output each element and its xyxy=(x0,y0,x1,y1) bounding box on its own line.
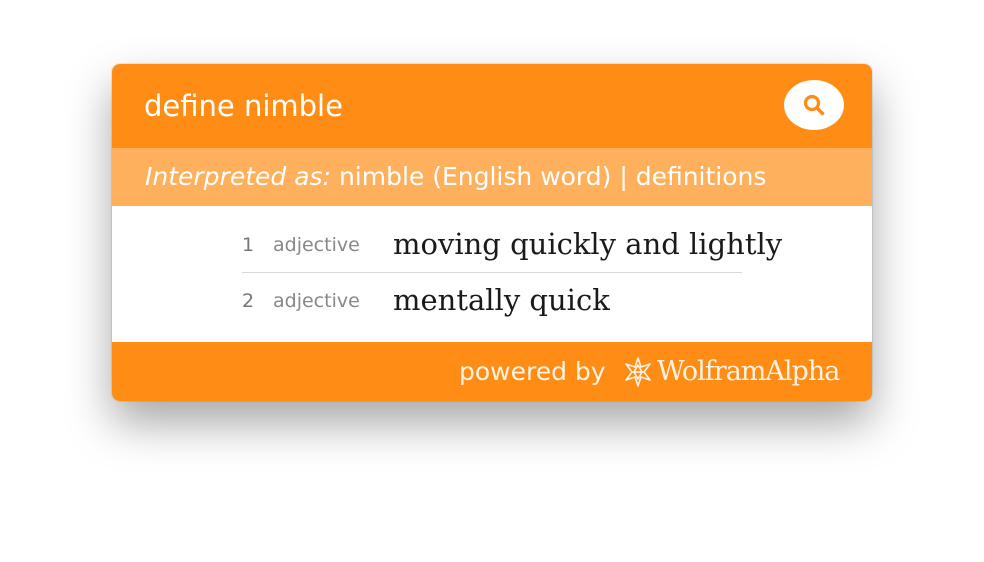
interpretation-text: Interpreted as: nimble (English word) | … xyxy=(145,162,766,192)
search-button[interactable] xyxy=(784,80,844,130)
wolfram-alpha-brand[interactable]: WolframAlpha xyxy=(657,356,840,388)
interpretation-label: Interpreted as: xyxy=(145,162,331,191)
wolfram-alpha-popup: define nimble Interpreted as: nimble (En… xyxy=(112,64,872,401)
query-text[interactable]: define nimble xyxy=(144,88,343,124)
definition-part-of-speech: adjective xyxy=(273,290,360,312)
definition-row: 2 adjective mentally quick xyxy=(242,272,742,328)
definition-meaning: moving quickly and lightly xyxy=(393,227,783,261)
definition-row: 1 adjective moving quickly and lightly xyxy=(242,216,782,273)
definition-part-of-speech: adjective xyxy=(273,234,360,256)
wolfram-spikey-icon xyxy=(625,357,651,387)
definition-number: 1 xyxy=(242,234,255,256)
query-bar: define nimble xyxy=(112,64,872,148)
footer: powered by WolframAlpha xyxy=(112,342,872,401)
search-icon xyxy=(803,94,825,116)
powered-by-text: powered by xyxy=(459,357,606,386)
interpretation-bar: Interpreted as: nimble (English word) | … xyxy=(112,148,872,206)
interpretation-value[interactable]: nimble (English word) | definitions xyxy=(339,162,766,191)
definitions-list: 1 adjective moving quickly and lightly 2… xyxy=(112,206,872,342)
definition-meaning: mentally quick xyxy=(393,283,610,317)
definition-number: 2 xyxy=(242,290,255,312)
